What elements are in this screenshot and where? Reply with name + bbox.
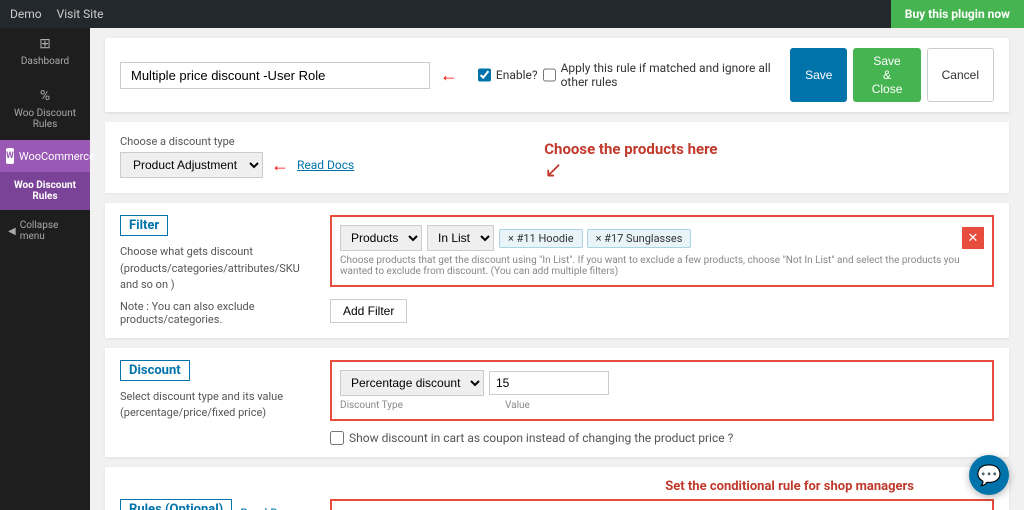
filter-remove-button[interactable]: ✕ bbox=[962, 227, 984, 249]
discount-type-select[interactable]: Percentage discount bbox=[340, 370, 484, 396]
filter-title: Filter bbox=[120, 215, 168, 236]
coupon-row: Show discount in cart as coupon instead … bbox=[330, 431, 994, 445]
discount-value-input[interactable] bbox=[489, 371, 609, 395]
coupon-checkbox[interactable] bbox=[330, 431, 344, 445]
filter-note: Note : You can also exclude products/cat… bbox=[120, 300, 320, 326]
rules-content: Conditions Relationship Match All Match … bbox=[330, 499, 994, 510]
read-docs-link[interactable]: Read Docs bbox=[297, 158, 354, 172]
sidebar-dashboard-label: Dashboard bbox=[21, 56, 69, 67]
discount-section: Discount Select discount type and its va… bbox=[105, 348, 1009, 457]
enable-label: Enable? bbox=[496, 68, 538, 82]
discount-value-label: Value bbox=[505, 400, 530, 411]
filter-hint: Choose products that get the discount us… bbox=[340, 255, 984, 277]
discount-type-row: Choose a discount type Product Adjustmen… bbox=[105, 122, 1009, 193]
rule-name-arrow: ← bbox=[440, 65, 458, 86]
sidebar-woocommerce-label: WooCommerce bbox=[19, 150, 95, 163]
discount-type-select[interactable]: Product Adjustment bbox=[120, 152, 263, 178]
save-button[interactable]: Save bbox=[790, 48, 847, 102]
discount-type-label: Discount Type bbox=[340, 400, 500, 411]
discount-type-label: Choose a discount type bbox=[120, 135, 354, 148]
collapse-label: Collapse menu bbox=[20, 220, 82, 242]
discount-field-labels: Discount Type Value bbox=[340, 400, 984, 411]
collapse-icon: ◀ bbox=[8, 226, 16, 237]
filter-condition-select[interactable]: In List bbox=[427, 225, 494, 251]
discount-desc: Select discount type and its value (perc… bbox=[120, 389, 320, 422]
filter-tag-hoodie[interactable]: × #11 Hoodie bbox=[499, 229, 583, 248]
discount-inner: Percentage discount bbox=[340, 370, 984, 396]
add-filter-button[interactable]: Add Filter bbox=[330, 299, 407, 323]
filter-content: Products In List × #11 Hoodie × #17 Sung… bbox=[330, 215, 994, 326]
collapse-menu-item[interactable]: ◀ Collapse menu bbox=[0, 210, 90, 252]
enable-checkbox[interactable] bbox=[478, 68, 491, 82]
annotation-area: Choose the products here ↙ bbox=[544, 140, 717, 183]
discount-box: Percentage discount Discount Type Value bbox=[330, 360, 994, 421]
sidebar-item-dashboard[interactable]: ⊞ Dashboard bbox=[0, 25, 90, 77]
rule-name-input[interactable] bbox=[120, 62, 430, 89]
discount-type-arrow: ← bbox=[271, 155, 289, 176]
dashboard-icon: ⊞ bbox=[36, 35, 54, 53]
header-row: ← Enable? Apply this rule if matched and… bbox=[105, 38, 1009, 112]
filter-section: Filter Choose what gets discount (produc… bbox=[105, 203, 1009, 338]
rules-read-docs[interactable]: Read Docs bbox=[240, 506, 297, 510]
filter-desc: Choose what gets discount (products/cate… bbox=[120, 244, 320, 294]
conditions-box: Conditions Relationship Match All Match … bbox=[330, 499, 994, 510]
rules-title: Rules (Optional) bbox=[120, 499, 232, 510]
topbar: Demo Visit Site Buy this plugin now bbox=[0, 0, 1024, 28]
filter-box: Products In List × #11 Hoodie × #17 Sung… bbox=[330, 215, 994, 287]
cancel-button[interactable]: Cancel bbox=[927, 48, 994, 102]
save-close-button[interactable]: Save & Close bbox=[853, 48, 920, 102]
topbar-demo-link[interactable]: Demo bbox=[10, 7, 42, 21]
filter-type-select[interactable]: Products bbox=[340, 225, 422, 251]
header-buttons: Save Save & Close Cancel bbox=[790, 48, 994, 102]
sidebar-item-woo-discount[interactable]: % Woo Discount Rules bbox=[0, 77, 90, 140]
apply-rule-label: Apply this rule if matched and ignore al… bbox=[561, 61, 781, 89]
sidebar-woo-label: Woo Discount Rules bbox=[8, 108, 82, 130]
filter-row: Products In List × #11 Hoodie × #17 Sung… bbox=[340, 225, 984, 251]
woocommerce-icon: W bbox=[6, 148, 14, 164]
rules-section: Set the conditional rule for shop manage… bbox=[105, 467, 1009, 510]
discount-title: Discount bbox=[120, 360, 190, 381]
chat-bubble[interactable]: 💬 bbox=[969, 455, 1009, 495]
filter-tag-sunglasses[interactable]: × #17 Sunglasses bbox=[587, 229, 692, 248]
rules-header: Rules (Optional) Read Docs bbox=[120, 499, 320, 510]
buy-plugin-button[interactable]: Buy this plugin now bbox=[891, 0, 1024, 28]
discount-content: Percentage discount Discount Type Value … bbox=[330, 360, 994, 445]
sidebar-active-item[interactable]: Woo Discount Rules bbox=[0, 172, 90, 210]
enable-row: Enable? Apply this rule if matched and i… bbox=[478, 61, 780, 89]
topbar-visit-site-link[interactable]: Visit Site bbox=[57, 7, 104, 21]
sidebar-woocommerce[interactable]: W WooCommerce bbox=[0, 140, 90, 172]
choose-products-arrow: ↙ bbox=[544, 158, 717, 183]
main-content: ← Enable? Apply this rule if matched and… bbox=[90, 0, 1024, 510]
choose-products-annotation: Choose the products here bbox=[544, 140, 717, 158]
filter-tags: × #11 Hoodie × #17 Sunglasses bbox=[499, 229, 957, 248]
shop-manager-annotation: Set the conditional rule for shop manage… bbox=[120, 479, 994, 494]
apply-rule-checkbox[interactable] bbox=[543, 68, 556, 82]
sidebar: ⊞ Dashboard % Woo Discount Rules W WooCo… bbox=[0, 0, 90, 510]
woo-discount-icon: % bbox=[36, 87, 54, 105]
coupon-label: Show discount in cart as coupon instead … bbox=[349, 431, 733, 445]
